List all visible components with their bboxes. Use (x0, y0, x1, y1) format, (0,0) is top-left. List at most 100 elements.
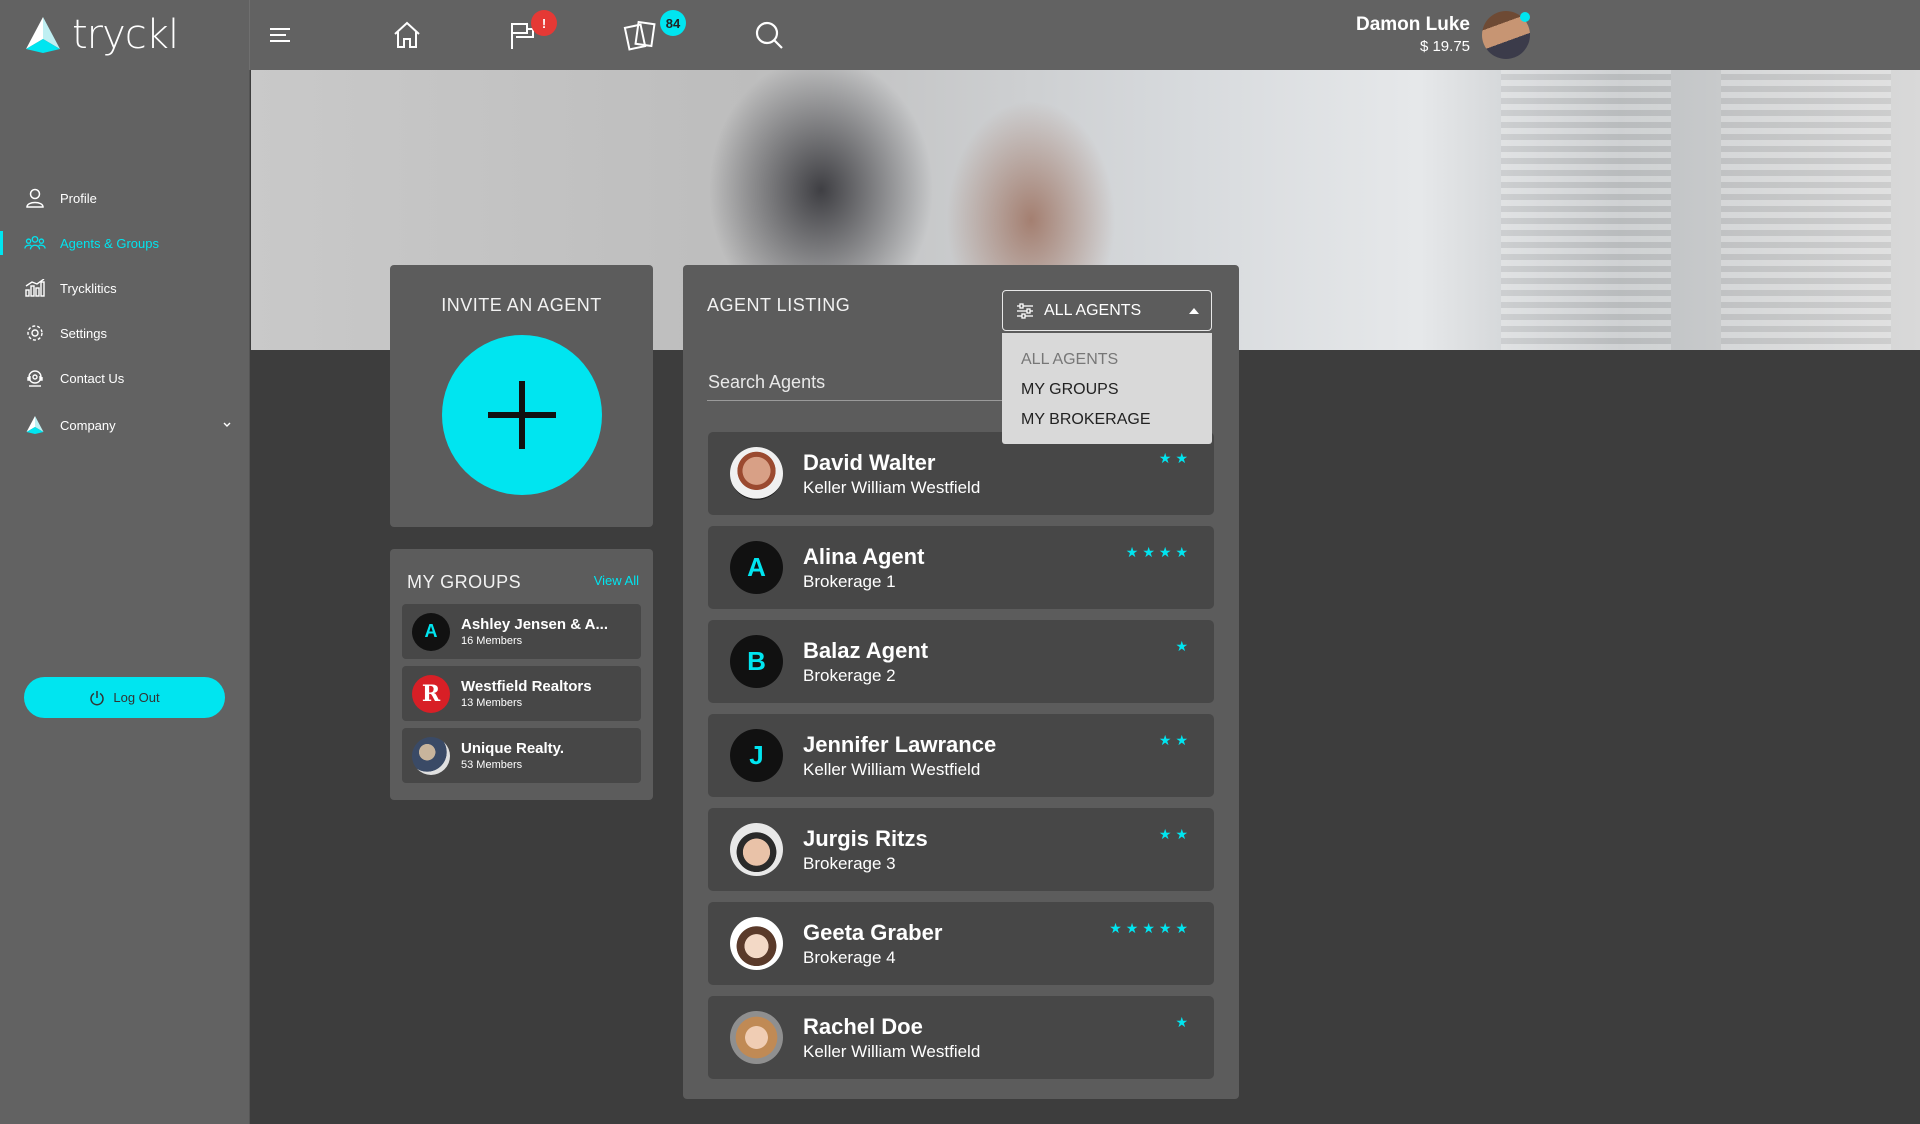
filter-option-all-agents[interactable]: ALL AGENTS (1002, 345, 1212, 375)
flag-badge: ! (531, 10, 557, 36)
contact-support-icon (24, 367, 46, 389)
agent-row[interactable]: B Balaz Agent Brokerage 2 ★ (708, 620, 1214, 703)
group-members: 53 Members (461, 759, 523, 771)
agent-avatar (730, 823, 783, 876)
sidebar: Profile Agents & Groups Trycklitics Sett… (0, 70, 250, 1124)
group-avatar (412, 736, 450, 775)
agent-filter-menu: ALL AGENTS MY GROUPS MY BROKERAGE (1002, 333, 1212, 444)
company-logo-icon (24, 414, 46, 436)
agent-name: David Walter (803, 450, 936, 475)
agent-avatar (730, 1011, 783, 1064)
gear-icon (24, 322, 46, 344)
agent-rating-stars: ★ (1175, 1014, 1192, 1030)
sidebar-item-agents-groups[interactable]: Agents & Groups (0, 223, 250, 263)
tryckl-logo-icon (26, 17, 60, 53)
agent-name: Jurgis Ritzs (803, 826, 928, 851)
agent-row[interactable]: Rachel Doe Keller William Westfield ★ (708, 996, 1214, 1079)
agent-listing-panel: AGENT LISTING ALL AGENTS ALL AGENTS MY G… (683, 265, 1239, 1099)
agent-filter-dropdown[interactable]: ALL AGENTS (1002, 290, 1212, 331)
user-info[interactable]: Damon Luke $ 19.75 (1356, 14, 1470, 55)
agent-brokerage: Keller William Westfield (803, 1042, 981, 1061)
brand-name: tryckl (72, 12, 179, 58)
user-balance: $ 19.75 (1419, 38, 1470, 55)
sidebar-item-company[interactable]: Company (0, 405, 250, 445)
sidebar-item-label: Trycklitics (60, 280, 117, 296)
caret-up-icon (1189, 308, 1199, 314)
agent-filter-label: ALL AGENTS (1044, 301, 1142, 319)
home-icon[interactable] (386, 14, 428, 56)
search-icon[interactable] (748, 14, 790, 56)
agent-listing-title: AGENT LISTING (707, 295, 851, 315)
group-members: 13 Members (461, 697, 523, 709)
power-icon (89, 690, 105, 706)
chevron-down-icon[interactable] (222, 417, 232, 432)
agent-rating-stars: ★ (1175, 638, 1192, 654)
user-name: Damon Luke (1355, 14, 1470, 35)
agent-avatar (730, 917, 783, 970)
agent-brokerage: Keller William Westfield (803, 760, 981, 779)
sidebar-item-contact-us[interactable]: Contact Us (0, 358, 250, 398)
my-groups-card: MY GROUPS View All A Ashley Jensen & A..… (390, 549, 653, 800)
sidebar-item-label: Settings (60, 325, 107, 341)
bar-chart-icon (24, 277, 46, 299)
agent-rating-stars: ★★ (1158, 450, 1192, 466)
group-name: Westfield Realtors (461, 678, 592, 695)
group-name: Unique Realty. (461, 740, 565, 757)
agent-brokerage: Brokerage 3 (803, 854, 896, 873)
users-group-icon (24, 232, 46, 254)
agent-avatar: B (730, 635, 783, 688)
group-name: Ashley Jensen & A... (461, 616, 608, 633)
agent-name: Alina Agent (803, 544, 925, 569)
agent-name: Geeta Graber (803, 920, 943, 945)
agent-avatar (730, 447, 783, 500)
my-groups-title: MY GROUPS (407, 572, 522, 592)
window-blind-decoration (1501, 70, 1671, 350)
user-icon (24, 187, 46, 209)
agent-rating-stars: ★★ (1158, 732, 1192, 748)
cards-icon[interactable] (622, 14, 664, 56)
invite-agent-title: INVITE AN AGENT (441, 295, 602, 315)
agent-row[interactable]: A Alina Agent Brokerage 1 ★★★★ (708, 526, 1214, 609)
agent-row[interactable]: J Jennifer Lawrance Keller William Westf… (708, 714, 1214, 797)
sidebar-item-label: Contact Us (60, 370, 125, 386)
agent-brokerage: Brokerage 2 (803, 666, 896, 685)
agent-row[interactable]: Geeta Graber Brokerage 4 ★★★★★ (708, 902, 1214, 985)
sidebar-item-label: Agents & Groups (60, 235, 159, 251)
cards-badge: 84 (660, 10, 686, 36)
plus-icon (488, 381, 556, 449)
sidebar-item-trycklitics[interactable]: Trycklitics (0, 268, 250, 308)
group-item[interactable]: A Ashley Jensen & A... 16 Members (402, 604, 641, 659)
agent-brokerage: Brokerage 4 (803, 948, 896, 967)
agent-name: Balaz Agent (803, 638, 929, 663)
filter-option-my-groups[interactable]: MY GROUPS (1002, 375, 1212, 405)
agent-rating-stars: ★★★★★ (1109, 920, 1192, 936)
filter-sliders-icon (1016, 302, 1034, 319)
agent-name: Jennifer Lawrance (803, 732, 997, 757)
window-blind-decoration (1721, 70, 1891, 350)
sidebar-item-settings[interactable]: Settings (0, 313, 250, 353)
agent-avatar: J (730, 729, 783, 782)
agent-name: Rachel Doe (803, 1014, 923, 1039)
agent-avatar: A (730, 541, 783, 594)
sidebar-item-profile[interactable]: Profile (0, 178, 250, 218)
online-status-indicator (1520, 12, 1530, 22)
logout-label: Log Out (113, 690, 160, 705)
agent-row[interactable]: David Walter Keller William Westfield ★★ (708, 432, 1214, 515)
agent-brokerage: Keller William Westfield (803, 478, 981, 497)
sidebar-item-label: Profile (60, 190, 97, 206)
agent-rating-stars: ★★ (1158, 826, 1192, 842)
agent-rating-stars: ★★★★ (1125, 544, 1192, 560)
invite-agent-button[interactable] (442, 335, 602, 495)
brand[interactable]: tryckl (0, 0, 250, 70)
hamburger-menu-icon[interactable] (260, 14, 302, 56)
group-avatar: A (412, 612, 450, 651)
filter-option-my-brokerage[interactable]: MY BROKERAGE (1002, 405, 1212, 435)
group-members: 16 Members (461, 635, 523, 647)
group-item[interactable]: R Westfield Realtors 13 Members (402, 666, 641, 721)
group-item[interactable]: Unique Realty. 53 Members (402, 728, 641, 783)
invite-agent-card: INVITE AN AGENT (390, 265, 653, 527)
view-all-groups-link[interactable]: View All (594, 573, 639, 588)
agent-brokerage: Brokerage 1 (803, 572, 896, 591)
logout-button[interactable]: Log Out (24, 677, 225, 718)
agent-row[interactable]: Jurgis Ritzs Brokerage 3 ★★ (708, 808, 1214, 891)
